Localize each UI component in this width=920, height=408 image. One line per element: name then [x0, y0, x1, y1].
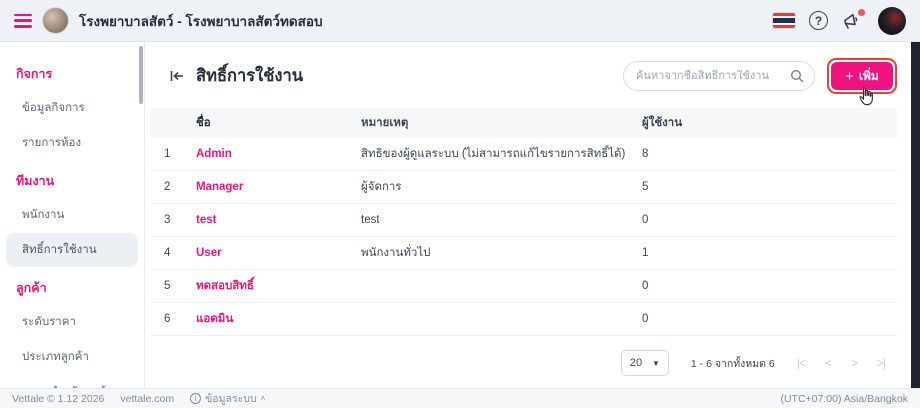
- footer-timezone: (UTC+07:00) Asia/Bangkok: [780, 393, 908, 405]
- row-name-cell: Admin: [196, 148, 361, 160]
- row-users-cell: 5: [642, 181, 897, 193]
- sidebar-item[interactable]: ระดับราคา: [6, 305, 138, 339]
- col-header-name: ชื่อ: [196, 114, 361, 132]
- first-page-icon[interactable]: |<: [797, 356, 805, 370]
- app-title: โรงพยาบาลสัตว์ - โรงพยาบาลสัตว์ทดสอบ: [79, 10, 323, 32]
- row-note-cell: สิทธิของผู้ดูแลระบบ (ไม่สามารถแก้ไขรายกา…: [361, 145, 642, 163]
- main-content: สิทธิ์การใช้งาน + เพิ่ม ชื่อ หมา: [146, 42, 911, 388]
- row-name-cell: ทดสอบสิทธิ์: [196, 277, 361, 295]
- pagination: 20 ▼ 1 - 6 จากทั้งหมด 6 |< < > >|: [146, 336, 911, 376]
- footer-bar: Vettale © 1.12 2026 vettale.com i ข้อมูล…: [0, 388, 920, 408]
- footer-site-link[interactable]: vettale.com: [120, 393, 174, 405]
- permission-name-link[interactable]: Admin: [196, 148, 232, 160]
- row-name-cell: แอดมิน: [196, 310, 361, 328]
- row-number: 6: [150, 313, 196, 325]
- collapse-sidebar-icon[interactable]: [168, 67, 186, 85]
- menu-hamburger-icon[interactable]: [14, 14, 32, 28]
- row-users-cell: 0: [642, 280, 897, 292]
- table-row: 3testtest0: [150, 204, 897, 237]
- last-page-icon[interactable]: >|: [877, 356, 885, 370]
- row-name-cell: test: [196, 214, 361, 226]
- permission-name-link[interactable]: แอดมิน: [196, 313, 233, 325]
- notification-dot: [858, 9, 865, 16]
- plus-icon: +: [845, 69, 854, 84]
- row-note-cell: พนักงานทั่วไป: [361, 244, 642, 262]
- col-header-users: ผู้ใช้งาน: [642, 114, 897, 132]
- announcements-megaphone-icon[interactable]: [842, 11, 864, 31]
- help-icon[interactable]: ?: [809, 11, 828, 30]
- row-number: 5: [150, 280, 196, 292]
- sidebar-item[interactable]: สิทธิ์การใช้งาน: [6, 233, 138, 267]
- permission-name-link[interactable]: test: [196, 214, 216, 226]
- add-button-click-highlight: + เพิ่ม: [827, 58, 897, 94]
- page-title: สิทธิ์การใช้งาน: [196, 63, 303, 89]
- row-number: 3: [150, 214, 196, 226]
- table-row: 2Manager ผู้จัดการ5: [150, 171, 897, 204]
- sidebar-item[interactable]: ประเภทลูกค้า: [6, 340, 138, 374]
- user-avatar[interactable]: [878, 7, 906, 35]
- system-info-toggle[interactable]: i ข้อมูลระบบ ˄: [190, 390, 265, 407]
- row-users-cell: 1: [642, 247, 897, 259]
- row-note-cell: test: [361, 214, 642, 226]
- row-users-cell: 0: [642, 214, 897, 226]
- table-row: 4User พนักงานทั่วไป1: [150, 237, 897, 270]
- row-name-cell: Manager: [196, 181, 361, 193]
- col-header-note: หมายเหตุ: [361, 114, 642, 132]
- clinic-logo-avatar: [42, 7, 69, 34]
- permission-name-link[interactable]: User: [196, 247, 222, 259]
- search-input[interactable]: [636, 70, 784, 82]
- row-users-cell: 8: [642, 148, 897, 160]
- chevron-down-icon: ▼: [652, 359, 660, 368]
- chevron-up-icon: ˄: [261, 394, 266, 403]
- permissions-table: ชื่อ หมายเหตุ ผู้ใช้งาน 1Adminสิทธิของผู…: [150, 108, 897, 336]
- sidebar-item[interactable]: พนักงาน: [6, 198, 138, 232]
- sidebar-item[interactable]: รายการห้อง: [6, 126, 138, 160]
- permission-name-link[interactable]: Manager: [196, 181, 243, 193]
- page-size-select[interactable]: 20 ▼: [621, 350, 669, 376]
- sidebar-scrollbar-thumb[interactable]: [139, 46, 143, 104]
- search-box: [623, 61, 815, 91]
- row-name-cell: User: [196, 247, 361, 259]
- table-row: 5ทดสอบสิทธิ์ 0: [150, 270, 897, 303]
- language-flag-thailand-icon[interactable]: [773, 13, 795, 28]
- sidebar-section-label: ลูกค้า: [0, 268, 144, 304]
- sidebar-item[interactable]: ข้อมูลกิจการ: [6, 91, 138, 125]
- table-row: 1Admin สิทธิของผู้ดูแลระบบ (ไม่สามารถแก้ไ…: [150, 138, 897, 171]
- pagination-range-text: 1 - 6 จากทั้งหมด 6: [691, 355, 775, 372]
- table-header-row: ชื่อ หมายเหตุ ผู้ใช้งาน: [150, 108, 897, 138]
- sidebar-item[interactable]: ภาษาสำหรับลูกค้า: [6, 375, 138, 388]
- search-icon: [790, 69, 804, 83]
- row-number: 4: [150, 247, 196, 259]
- row-users-cell: 0: [642, 313, 897, 325]
- permission-name-link[interactable]: ทดสอบสิทธิ์: [196, 280, 254, 292]
- row-number: 2: [150, 181, 196, 193]
- sidebar-section-label: กิจการ: [0, 54, 144, 90]
- add-button-label: เพิ่ม: [859, 67, 879, 86]
- table-row: 6แอดมิน 0: [150, 303, 897, 336]
- sidebar-nav: กิจการข้อมูลกิจการรายการห้องทีมงานพนักงา…: [0, 42, 145, 388]
- prev-page-icon[interactable]: <: [825, 356, 831, 370]
- sidebar-section-label: ทีมงาน: [0, 161, 144, 197]
- next-page-icon[interactable]: >: [851, 356, 857, 370]
- info-icon: i: [190, 393, 201, 404]
- footer-copyright: Vettale © 1.12 2026: [12, 393, 104, 405]
- row-number: 1: [150, 148, 196, 160]
- row-note-cell: ผู้จัดการ: [361, 178, 642, 196]
- mouse-cursor-hand: [856, 86, 876, 108]
- top-bar: โรงพยาบาลสัตว์ - โรงพยาบาลสัตว์ทดสอบ ?: [0, 0, 920, 42]
- right-dark-scrollbar-strip[interactable]: [911, 42, 920, 388]
